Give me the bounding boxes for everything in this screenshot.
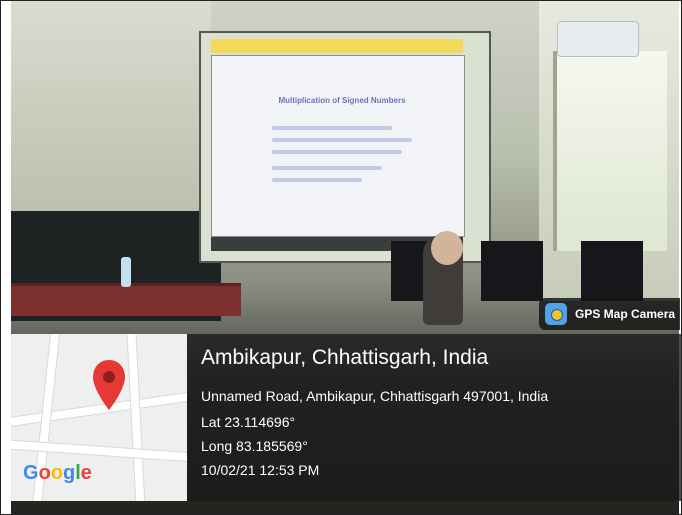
slide-title: Multiplication of Signed Numbers (278, 96, 406, 105)
google-logo: Google (23, 462, 92, 485)
slide-bullet (272, 126, 392, 130)
water-bottle (121, 257, 131, 287)
projector-screen: Multiplication of Signed Numbers (199, 31, 491, 263)
google-logo-letter: o (38, 462, 51, 484)
latitude: Lat 23.114696° (201, 414, 296, 430)
location-title: Ambikapur, Chhattisgarh, India (201, 346, 489, 369)
computer-monitor (481, 241, 543, 301)
location-address: Unnamed Road, Ambikapur, Chhattisgarh 49… (201, 388, 549, 404)
projected-browser-bar (211, 39, 463, 53)
slide-bullet (272, 166, 382, 170)
projected-slide: Multiplication of Signed Numbers (211, 55, 465, 237)
air-conditioner (557, 21, 639, 57)
google-logo-letter: g (63, 462, 76, 484)
timestamp: 10/02/21 12:53 PM (201, 462, 320, 478)
student-head (431, 231, 463, 265)
google-logo-letter: o (50, 462, 63, 484)
google-logo-letter: G (23, 462, 39, 484)
computer-monitor (581, 241, 643, 301)
photo-frame: Multiplication of Signed Numbers GPS Map… (0, 0, 682, 515)
map-thumbnail: Google (11, 334, 187, 501)
google-logo-letter: e (80, 462, 92, 484)
map-pin-icon (91, 358, 127, 412)
camera-app-icon (545, 303, 567, 325)
map-road (125, 334, 147, 501)
slide-bullet (272, 138, 412, 142)
slide-bullet (272, 150, 402, 154)
gps-badge-label: GPS Map Camera (575, 307, 676, 321)
slide-bullet (272, 178, 362, 182)
desk (11, 283, 241, 316)
window (553, 51, 667, 251)
longitude: Long 83.185569° (201, 438, 308, 454)
gps-map-camera-badge: GPS Map Camera (539, 298, 680, 330)
